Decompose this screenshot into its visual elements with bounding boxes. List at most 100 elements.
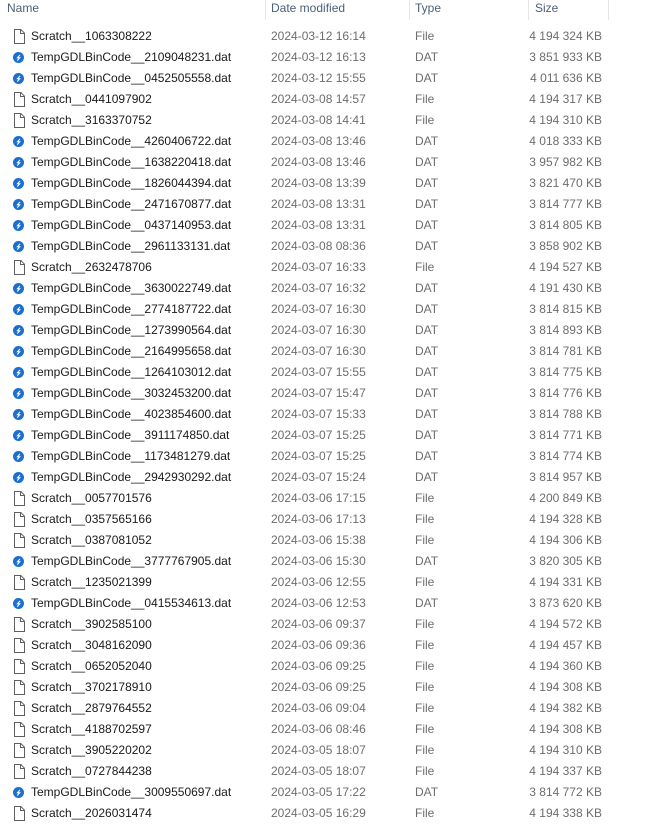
file-row[interactable]: Scratch__0652052040 2024-03-06 09:25 File 4… (0, 656, 610, 677)
file-row[interactable]: Scratch__0727844238 2024-03-05 18:07 File 4… (0, 761, 610, 782)
file-size: 3 957 982 KB (529, 155, 602, 169)
file-row[interactable]: TempGDLBinCode__3777767905.dat 2024-03-06… (0, 551, 610, 572)
file-date-modified: 2024-03-08 14:41 (271, 113, 366, 127)
file-date-modified: 2024-03-07 15:25 (271, 449, 366, 463)
column-header-type[interactable]: Type (408, 0, 528, 20)
column-header-date-modified[interactable]: Date modified (264, 0, 409, 20)
column-header-name[interactable]: Name (0, 0, 265, 20)
file-date-modified: 2024-03-06 09:25 (271, 680, 366, 694)
file-size: 3 820 305 KB (529, 554, 602, 568)
file-name: Scratch__0441097902 (31, 92, 152, 106)
file-name: Scratch__1235021399 (31, 575, 152, 589)
file-size: 3 814 774 KB (529, 449, 602, 463)
file-row[interactable]: Scratch__3902585100 2024-03-06 09:37 File 4… (0, 614, 610, 635)
file-name: Scratch__0357565166 (31, 512, 152, 526)
file-size: 4 194 308 KB (529, 722, 602, 736)
file-name: Scratch__2879764552 (31, 701, 152, 715)
dat-file-icon (12, 596, 26, 611)
file-size: 3 814 771 KB (529, 428, 602, 442)
file-type: File (415, 113, 435, 127)
file-row[interactable]: Scratch__0441097902 2024-03-08 14:57 File 4… (0, 89, 610, 110)
file-row[interactable]: TempGDLBinCode__4260406722.dat 2024-03-08… (0, 131, 610, 152)
file-row[interactable]: Scratch__0357565166 2024-03-06 17:13 File 4… (0, 509, 610, 530)
file-size: 4 011 636 KB (530, 71, 602, 85)
file-row[interactable]: Scratch__3702178910 2024-03-06 09:25 File 4… (0, 677, 610, 698)
file-type: DAT (415, 386, 439, 400)
file-row[interactable]: Scratch__3048162090 2024-03-06 09:36 File 4… (0, 635, 610, 656)
file-type: DAT (415, 155, 439, 169)
column-header-size[interactable]: Size (528, 0, 608, 20)
file-row[interactable]: TempGDLBinCode__3630022749.dat 2024-03-07… (0, 278, 610, 299)
file-row[interactable]: TempGDLBinCode__3009550697.dat 2024-03-05… (0, 782, 610, 803)
file-row[interactable]: Scratch__0057701576 2024-03-06 17:15 File 4… (0, 488, 610, 509)
file-row[interactable]: TempGDLBinCode__2471670877.dat 2024-03-08… (0, 194, 610, 215)
blank-file-icon (12, 575, 26, 590)
file-row[interactable]: TempGDLBinCode__1264103012.dat 2024-03-07… (0, 362, 610, 383)
file-row[interactable]: TempGDLBinCode__0415534613.dat 2024-03-06… (0, 593, 610, 614)
file-row[interactable]: Scratch__1235021399 2024-03-06 12:55 File 4… (0, 572, 610, 593)
file-name: TempGDLBinCode__0415534613.dat (31, 596, 232, 610)
file-type: File (415, 806, 435, 820)
file-type: DAT (415, 554, 439, 568)
file-row[interactable]: Scratch__3905220202 2024-03-05 18:07 File 4… (0, 740, 610, 761)
blank-file-icon (12, 92, 26, 107)
file-size: 4 194 331 KB (529, 575, 602, 589)
file-row[interactable]: Scratch__0387081052 2024-03-06 15:38 File 4… (0, 530, 610, 551)
file-size: 4 194 317 KB (529, 92, 602, 106)
file-name: TempGDLBinCode__1273990564.dat (31, 323, 232, 337)
file-date-modified: 2024-03-07 15:25 (271, 428, 366, 442)
file-size: 4 194 382 KB (529, 701, 602, 715)
file-size: 4 194 324 KB (529, 29, 602, 43)
file-row[interactable]: Scratch__2026031474 2024-03-05 16:29 File 4… (0, 803, 610, 824)
blank-file-icon (12, 617, 26, 632)
file-size: 3 814 781 KB (529, 344, 602, 358)
file-type: DAT (415, 344, 439, 358)
file-row[interactable]: TempGDLBinCode__2164995658.dat 2024-03-07… (0, 341, 610, 362)
file-size: 3 873 620 KB (529, 596, 602, 610)
file-row[interactable]: TempGDLBinCode__3032453200.dat 2024-03-07… (0, 383, 610, 404)
file-row[interactable]: TempGDLBinCode__1638220418.dat 2024-03-08… (0, 152, 610, 173)
file-name: TempGDLBinCode__1173481279.dat (31, 449, 231, 463)
file-date-modified: 2024-03-06 08:46 (271, 722, 366, 736)
file-row[interactable]: Scratch__4188702597 2024-03-06 08:46 File 4… (0, 719, 610, 740)
blank-file-icon (12, 701, 26, 716)
file-type: DAT (415, 785, 439, 799)
file-type: File (415, 701, 435, 715)
file-name: TempGDLBinCode__2471670877.dat (31, 197, 232, 211)
file-type: DAT (415, 365, 439, 379)
file-row[interactable]: TempGDLBinCode__2774187722.dat 2024-03-07… (0, 299, 610, 320)
file-name: TempGDLBinCode__0452505558.dat (31, 71, 232, 85)
file-date-modified: 2024-03-06 12:53 (271, 596, 366, 610)
dat-file-icon (12, 407, 26, 422)
blank-file-icon (12, 29, 26, 44)
file-row[interactable]: Scratch__1063308222 2024-03-12 16:14 File 4… (0, 26, 610, 47)
file-row[interactable]: TempGDLBinCode__1273990564.dat 2024-03-07… (0, 320, 610, 341)
file-date-modified: 2024-03-06 15:38 (271, 533, 366, 547)
file-size: 3 814 775 KB (529, 365, 602, 379)
file-row[interactable]: Scratch__2879764552 2024-03-06 09:04 File 4… (0, 698, 610, 719)
file-date-modified: 2024-03-07 15:47 (271, 386, 366, 400)
file-type: DAT (415, 176, 439, 190)
file-row[interactable]: TempGDLBinCode__3911174850.dat 2024-03-07… (0, 425, 610, 446)
file-row[interactable]: Scratch__2632478706 2024-03-07 16:33 File 4… (0, 257, 610, 278)
file-row[interactable]: TempGDLBinCode__2942930292.dat 2024-03-07… (0, 467, 610, 488)
file-size: 3 814 772 KB (529, 785, 602, 799)
file-size: 4 194 360 KB (529, 659, 602, 673)
file-row[interactable]: TempGDLBinCode__1173481279.dat 2024-03-07… (0, 446, 610, 467)
file-date-modified: 2024-03-06 09:25 (271, 659, 366, 673)
file-row[interactable]: TempGDLBinCode__4023854600.dat 2024-03-07… (0, 404, 610, 425)
file-type: File (415, 680, 435, 694)
file-type: File (415, 764, 435, 778)
file-date-modified: 2024-03-06 09:36 (271, 638, 366, 652)
file-row[interactable]: TempGDLBinCode__2961133131.dat 2024-03-08… (0, 236, 610, 257)
file-row[interactable]: TempGDLBinCode__2109048231.dat 2024-03-12… (0, 47, 610, 68)
file-row[interactable]: TempGDLBinCode__0452505558.dat 2024-03-12… (0, 68, 610, 89)
file-row[interactable]: TempGDLBinCode__0437140953.dat 2024-03-08… (0, 215, 610, 236)
blank-file-icon (12, 491, 26, 506)
column-divider[interactable] (608, 0, 609, 20)
file-row[interactable]: Scratch__3163370752 2024-03-08 14:41 File 4… (0, 110, 610, 131)
file-row[interactable]: TempGDLBinCode__1826044394.dat 2024-03-08… (0, 173, 610, 194)
file-date-modified: 2024-03-07 16:30 (271, 344, 366, 358)
blank-file-icon (12, 533, 26, 548)
file-size: 3 814 777 KB (529, 197, 602, 211)
